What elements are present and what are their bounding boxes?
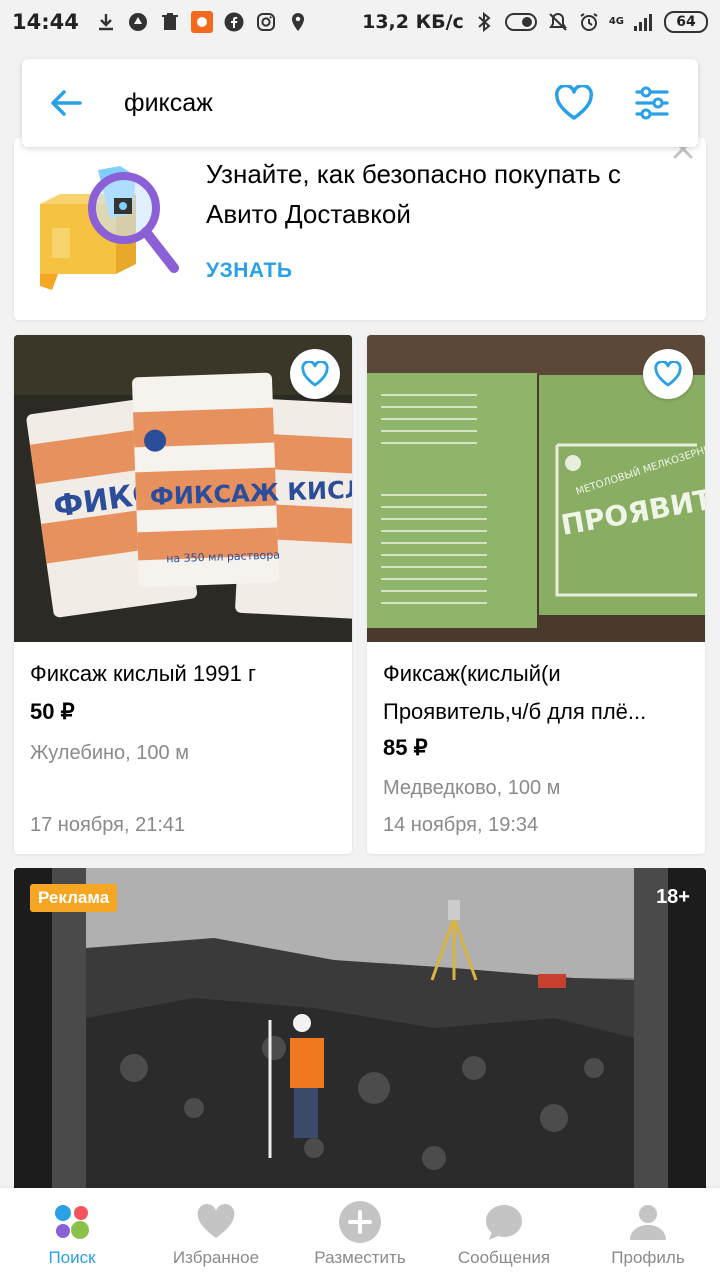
trash-icon: [159, 11, 181, 33]
nav-favorites[interactable]: Избранное: [144, 1188, 288, 1280]
search-dots-icon: [50, 1200, 94, 1244]
listing-date: 17 ноября, 21:41: [30, 814, 186, 836]
ad-banner[interactable]: Реклама 18+: [14, 868, 706, 1198]
arrow-left-icon: [51, 90, 82, 116]
search-header: фиксаж: [22, 59, 698, 147]
listing-location: Медведково, 100 м: [383, 777, 561, 799]
age-rating-badge: 18+: [656, 886, 690, 908]
plus-circle-icon: [338, 1200, 382, 1244]
instagram-icon: [255, 11, 277, 33]
listing-price: 50 ₽: [30, 699, 75, 724]
promo-learn-more-link[interactable]: УЗНАТЬ: [206, 259, 292, 283]
nav-post-ad[interactable]: Разместить: [288, 1188, 432, 1280]
chat-bubble-icon: [482, 1200, 526, 1244]
heart-outline-icon: [554, 85, 594, 120]
nav-search[interactable]: Поиск: [0, 1188, 144, 1280]
nav-label: Разместить: [314, 1248, 406, 1267]
location-pin-icon: [287, 11, 309, 33]
nav-label: Избранное: [172, 1248, 260, 1267]
listing-photo[interactable]: ФИКС ФИКСАЖ КИСЛЫЙ на 350 мл раствора: [14, 335, 352, 642]
favorite-button[interactable]: [643, 349, 693, 399]
back-button[interactable]: [22, 59, 110, 147]
heart-outline-icon: [654, 361, 682, 387]
heart-icon: [194, 1200, 238, 1244]
ad-badge: Реклама: [30, 884, 118, 912]
download-icon: [95, 11, 117, 33]
delivery-illustration-icon: [38, 162, 190, 302]
heart-outline-icon: [301, 361, 329, 387]
toggle-icon: [504, 11, 538, 33]
drive-icon: [127, 11, 149, 33]
status-time: 14:44: [12, 10, 79, 34]
signal-icon: [633, 11, 655, 33]
bluetooth-icon: [473, 11, 495, 33]
nav-label: Профиль: [611, 1248, 685, 1267]
listing-card[interactable]: ФИКС ФИКСАЖ КИСЛЫЙ на 350 мл раствора Фи…: [14, 335, 352, 854]
listing-photo[interactable]: ПРОЯВИТЕЛЬ МЕТОЛОВЫЙ МЕЛКОЗЕРНИСТЫЙ: [367, 335, 705, 642]
app-icon: [190, 11, 213, 33]
favorite-button[interactable]: [290, 349, 340, 399]
listing-price: 85 ₽: [383, 735, 428, 760]
bottom-navigation: Поиск Избранное Разместить Сообщения Про…: [0, 1188, 720, 1280]
network-speed: 13,2 КБ/с: [362, 11, 464, 33]
delivery-promo-banner[interactable]: Узнайте, как безопасно покупать с Авито …: [14, 138, 706, 320]
user-icon: [626, 1200, 670, 1244]
listing-title[interactable]: Фиксаж(кислый(и Проявитель,ч/б для плё..…: [383, 655, 693, 731]
facebook-icon: [223, 11, 245, 33]
save-search-button[interactable]: [542, 59, 606, 147]
nav-label: Сообщения: [457, 1248, 551, 1267]
listing-title[interactable]: Фиксаж кислый 1991 г: [30, 655, 340, 693]
battery-indicator: 64: [664, 11, 708, 33]
search-input[interactable]: фиксаж: [110, 89, 542, 118]
network-type: 4G: [608, 16, 624, 27]
nav-messages[interactable]: Сообщения: [432, 1188, 576, 1280]
listing-location: Жулебино, 100 м: [30, 742, 189, 764]
filter-sliders-icon: [635, 86, 669, 120]
nav-profile[interactable]: Профиль: [576, 1188, 720, 1280]
filters-button[interactable]: [620, 59, 684, 147]
ad-photo: [14, 868, 706, 1198]
nav-label: Поиск: [48, 1248, 96, 1267]
status-bar: 14:44 13,2 КБ/с 4G 64: [0, 0, 720, 44]
alarm-icon: [578, 11, 600, 33]
mute-icon: [547, 11, 569, 33]
listing-date: 14 ноября, 19:34: [383, 814, 539, 836]
listing-card[interactable]: ПРОЯВИТЕЛЬ МЕТОЛОВЫЙ МЕЛКОЗЕРНИСТЫЙ Фикс…: [367, 335, 705, 854]
promo-title: Узнайте, как безопасно покупать с Авито …: [206, 159, 621, 229]
